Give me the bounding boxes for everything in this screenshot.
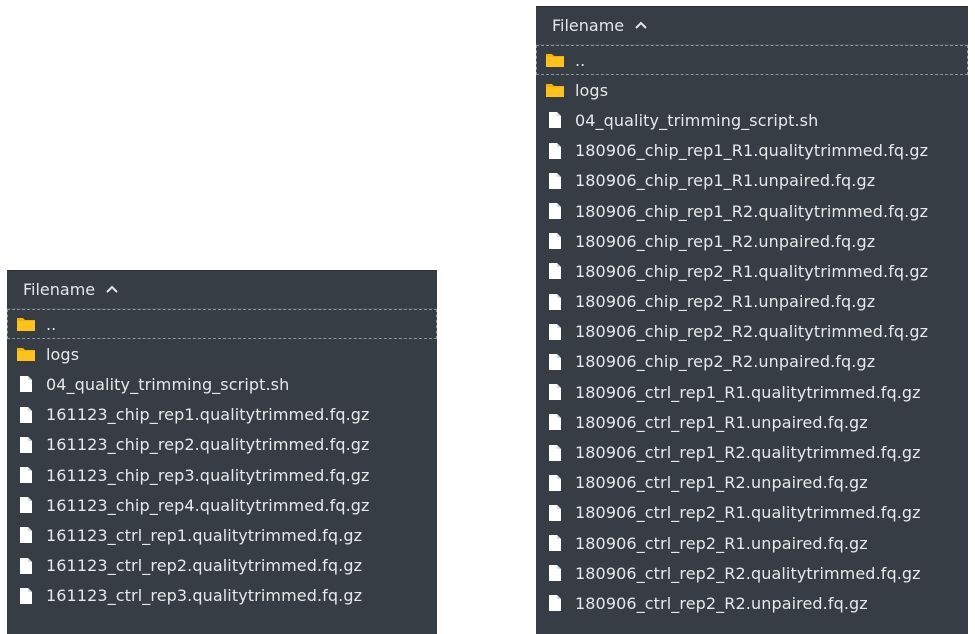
file-list: .. logs 04_quality_trimming_script.sh 16112… <box>7 309 437 611</box>
file-row[interactable]: 180906_ctrl_rep1_R2.qualitytrimmed.fq.gz <box>536 437 968 467</box>
file-icon <box>544 201 566 221</box>
file-name: 180906_ctrl_rep1_R2.unpaired.fq.gz <box>575 473 868 493</box>
file-row[interactable]: 161123_ctrl_rep2.qualitytrimmed.fq.gz <box>7 551 437 581</box>
file-list-panel-left: Filename .. logs 04_quality_trimming_scrip… <box>7 270 437 634</box>
file-name: 180906_chip_rep1_R2.unpaired.fq.gz <box>575 231 876 251</box>
file-name: 04_quality_trimming_script.sh <box>46 374 290 394</box>
file-name: 180906_ctrl_rep1_R1.qualitytrimmed.fq.gz <box>575 382 921 402</box>
file-row[interactable]: 180906_ctrl_rep2_R2.qualitytrimmed.fq.gz <box>536 558 968 588</box>
file-icon <box>15 586 37 606</box>
file-row[interactable]: 161123_chip_rep4.qualitytrimmed.fq.gz <box>7 490 437 520</box>
file-icon <box>15 435 37 455</box>
file-list-panel-right: Filename .. logs 04_quality_trimming_scrip… <box>536 6 968 634</box>
file-name: 180906_chip_rep2_R2.qualitytrimmed.fq.gz <box>575 322 929 342</box>
file-name: 180906_ctrl_rep2_R1.qualitytrimmed.fq.gz <box>575 503 921 523</box>
file-icon <box>544 352 566 372</box>
file-icon <box>544 292 566 312</box>
file-icon <box>544 503 566 523</box>
chevron-up-icon <box>105 282 119 298</box>
file-row[interactable]: 180906_chip_rep2_R2.qualitytrimmed.fq.gz <box>536 317 968 347</box>
file-icon <box>15 495 37 515</box>
file-row[interactable]: 161123_chip_rep1.qualitytrimmed.fq.gz <box>7 400 437 430</box>
file-row[interactable]: 180906_chip_rep1_R1.unpaired.fq.gz <box>536 166 968 196</box>
file-icon <box>15 465 37 485</box>
file-name: 180906_chip_rep2_R1.unpaired.fq.gz <box>575 292 876 312</box>
filename-column-header[interactable]: Filename <box>536 7 968 45</box>
file-row[interactable]: 180906_chip_rep2_R2.unpaired.fq.gz <box>536 347 968 377</box>
folder-icon <box>544 50 566 70</box>
file-row[interactable]: 180906_ctrl_rep2_R1.qualitytrimmed.fq.gz <box>536 498 968 528</box>
file-icon <box>544 171 566 191</box>
file-name: 180906_ctrl_rep2_R2.qualitytrimmed.fq.gz <box>575 563 921 583</box>
file-row[interactable]: 180906_chip_rep1_R1.qualitytrimmed.fq.gz <box>536 136 968 166</box>
file-row[interactable]: 161123_ctrl_rep3.qualitytrimmed.fq.gz <box>7 581 437 611</box>
file-row[interactable]: 180906_ctrl_rep2_R1.unpaired.fq.gz <box>536 528 968 558</box>
file-name: 180906_chip_rep2_R1.qualitytrimmed.fq.gz <box>575 261 929 281</box>
file-row[interactable]: 04_quality_trimming_script.sh <box>536 105 968 135</box>
file-name: 161123_ctrl_rep1.qualitytrimmed.fq.gz <box>46 525 363 545</box>
file-icon <box>544 563 566 583</box>
file-icon <box>544 412 566 432</box>
file-row[interactable]: 161123_chip_rep3.qualitytrimmed.fq.gz <box>7 460 437 490</box>
file-row[interactable]: 180906_ctrl_rep1_R1.unpaired.fq.gz <box>536 407 968 437</box>
file-icon <box>544 593 566 613</box>
file-name: 161123_chip_rep4.qualitytrimmed.fq.gz <box>46 495 370 515</box>
folder-row[interactable]: logs <box>536 75 968 105</box>
file-row[interactable]: 180906_chip_rep2_R1.unpaired.fq.gz <box>536 287 968 317</box>
file-icon <box>544 533 566 553</box>
file-name: 180906_chip_rep1_R2.qualitytrimmed.fq.gz <box>575 201 929 221</box>
file-row[interactable]: 180906_ctrl_rep2_R2.unpaired.fq.gz <box>536 588 968 618</box>
file-row[interactable]: 161123_ctrl_rep1.qualitytrimmed.fq.gz <box>7 520 437 550</box>
file-name: 161123_ctrl_rep3.qualitytrimmed.fq.gz <box>46 586 363 606</box>
file-name: 180906_chip_rep1_R1.unpaired.fq.gz <box>575 171 876 191</box>
file-list: .. logs 04_quality_trimming_script.sh 18090… <box>536 45 968 619</box>
folder-icon <box>15 314 37 334</box>
chevron-up-icon <box>634 18 648 34</box>
file-name: 180906_ctrl_rep2_R1.unpaired.fq.gz <box>575 533 868 553</box>
file-name: 161123_chip_rep1.qualitytrimmed.fq.gz <box>46 405 370 425</box>
file-row[interactable]: 161123_chip_rep2.qualitytrimmed.fq.gz <box>7 430 437 460</box>
file-name: 161123_ctrl_rep2.qualitytrimmed.fq.gz <box>46 556 363 576</box>
file-icon <box>544 473 566 493</box>
file-icon <box>15 374 37 394</box>
folder-icon <box>15 344 37 364</box>
file-row[interactable]: 04_quality_trimming_script.sh <box>7 369 437 399</box>
file-name: 180906_chip_rep2_R2.unpaired.fq.gz <box>575 352 876 372</box>
folder-row[interactable]: .. <box>536 45 968 76</box>
file-row[interactable]: 180906_chip_rep2_R1.qualitytrimmed.fq.gz <box>536 256 968 286</box>
file-icon <box>544 261 566 281</box>
file-icon <box>544 322 566 342</box>
folder-row[interactable]: .. <box>7 309 437 340</box>
file-icon <box>544 110 566 130</box>
file-name: 180906_ctrl_rep1_R1.unpaired.fq.gz <box>575 412 868 432</box>
file-icon <box>544 443 566 463</box>
file-icon <box>544 141 566 161</box>
file-row[interactable]: 180906_chip_rep1_R2.unpaired.fq.gz <box>536 226 968 256</box>
file-row[interactable]: 180906_ctrl_rep1_R1.qualitytrimmed.fq.gz <box>536 377 968 407</box>
file-row[interactable]: 180906_ctrl_rep1_R2.unpaired.fq.gz <box>536 468 968 498</box>
file-name: 180906_ctrl_rep2_R2.unpaired.fq.gz <box>575 593 868 613</box>
file-name: logs <box>46 344 80 364</box>
file-name: logs <box>575 80 609 100</box>
file-name: .. <box>46 314 57 334</box>
file-name: .. <box>575 50 586 70</box>
file-name: 04_quality_trimming_script.sh <box>575 110 819 130</box>
file-icon <box>15 556 37 576</box>
folder-row[interactable]: logs <box>7 339 437 369</box>
file-name: 180906_ctrl_rep1_R2.qualitytrimmed.fq.gz <box>575 443 921 463</box>
file-icon <box>544 231 566 251</box>
file-icon <box>15 405 37 425</box>
filename-column-header[interactable]: Filename <box>7 271 437 309</box>
column-header-label: Filename <box>552 16 625 35</box>
file-icon <box>15 525 37 545</box>
folder-icon <box>544 80 566 100</box>
file-name: 161123_chip_rep3.qualitytrimmed.fq.gz <box>46 465 370 485</box>
file-icon <box>544 382 566 402</box>
file-name: 161123_chip_rep2.qualitytrimmed.fq.gz <box>46 435 370 455</box>
column-header-label: Filename <box>23 280 96 299</box>
file-row[interactable]: 180906_chip_rep1_R2.qualitytrimmed.fq.gz <box>536 196 968 226</box>
file-name: 180906_chip_rep1_R1.qualitytrimmed.fq.gz <box>575 141 929 161</box>
